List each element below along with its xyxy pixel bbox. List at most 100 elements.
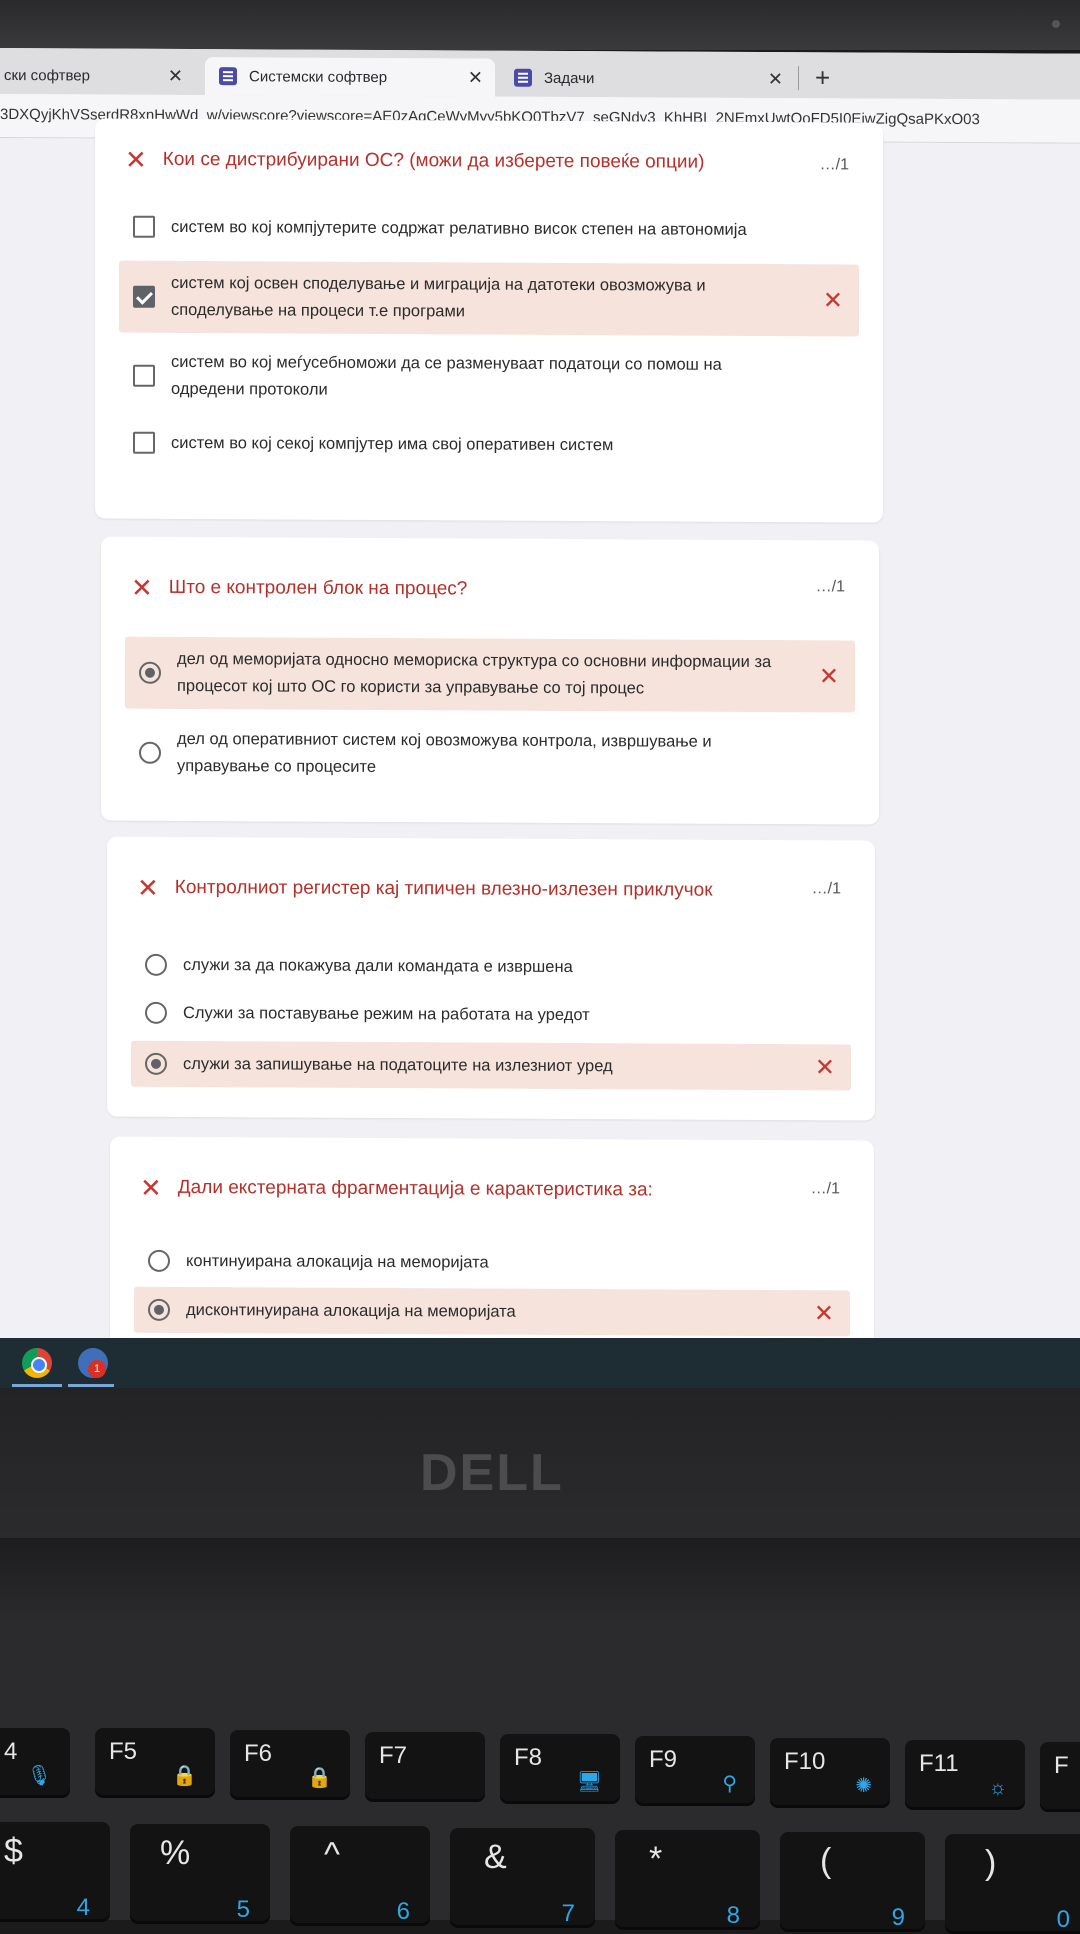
key-label: F9 — [649, 1746, 678, 1773]
question-2-header: ✕ Што е контролен блок на процес? — [131, 573, 851, 605]
key-label: F5 — [109, 1738, 138, 1765]
notification-badge: 1 — [88, 1360, 106, 1378]
key-8[interactable]: * 8 — [615, 1830, 760, 1930]
key-symbol: & — [484, 1838, 507, 1876]
question-4-score: …/1 — [810, 1180, 840, 1198]
key-f9[interactable]: F9 ⚲ — [635, 1736, 755, 1806]
key-label: F6 — [244, 1740, 273, 1767]
key-f5[interactable]: F5 🔒 — [95, 1728, 215, 1798]
question-4-header: ✕ Дали екстерната фрагментација е каракт… — [140, 1172, 860, 1205]
form-results-page: ✕ Кои се дистрибуирани ОС? (можи да избе… — [0, 118, 1080, 1344]
q3-option-2-label: Служи за поставување режим на работата н… — [183, 1003, 590, 1024]
key-label: 4 — [4, 1738, 18, 1765]
lock-icon: 🔒 — [307, 1767, 332, 1789]
running-indicator — [68, 1384, 114, 1387]
key-f7[interactable]: F7 — [365, 1732, 485, 1802]
incorrect-icon: ✕ — [125, 144, 147, 175]
question-3-header: ✕ Контролниот регистер кај типичен влезн… — [137, 873, 857, 905]
chrome-icon[interactable] — [22, 1348, 52, 1378]
key-number: 6 — [396, 1898, 410, 1925]
key-5[interactable]: % 5 — [130, 1824, 270, 1924]
key-6[interactable]: ^ 6 — [290, 1826, 430, 1926]
q4-option-1-label: континуирана алокација на меморијата — [186, 1251, 489, 1272]
tab-2[interactable]: Системски софтвер ✕ — [205, 57, 495, 97]
key-label: F8 — [514, 1744, 543, 1771]
checkbox-unchecked[interactable] — [133, 431, 155, 454]
tab-2-close-icon[interactable]: ✕ — [468, 67, 483, 88]
tab-bar: ски софтвер ✕ Системски софтвер ✕ Задачи… — [0, 48, 1080, 100]
key-number: 4 — [76, 1894, 90, 1921]
incorrect-icon: ✕ — [140, 1172, 162, 1203]
question-card-3: ✕ Контролниот регистер кај типичен влезн… — [107, 836, 875, 1121]
search-icon: ⚲ — [722, 1773, 737, 1795]
tab-3[interactable]: Задачи ✕ — [500, 59, 795, 99]
q3-option-1[interactable]: служи за да покажува дали командата е из… — [131, 945, 851, 989]
wrong-answer-icon: ✕ — [813, 1299, 834, 1327]
question-card-2: ✕ Што е контролен блок на процес? …/1 де… — [101, 536, 879, 825]
key-label: F7 — [379, 1742, 408, 1769]
key-number: 9 — [891, 1904, 905, 1931]
screen: ски софтвер ✕ Системски софтвер ✕ Задачи… — [0, 48, 1080, 1344]
key-7[interactable]: & 7 — [450, 1828, 595, 1928]
key-symbol: ( — [820, 1842, 832, 1880]
top-bezel — [0, 0, 1080, 50]
keyboard-deck: 4 🎙 F5 🔒 F6 🔒 F7 F8 🖥 F9 ⚲ F10 ✺ F11 ☼ F… — [0, 1618, 1080, 1934]
radio-selected[interactable] — [145, 1052, 167, 1075]
q2-option-1[interactable]: дел од меморијата односно мемориска стру… — [125, 636, 855, 713]
question-3-title: Контролниот регистер кај типичен влезно-… — [174, 876, 713, 901]
bottom-bezel: DELL — [0, 1388, 1080, 1538]
wrong-answer-icon: ✕ — [822, 286, 843, 314]
key-symbol: ^ — [324, 1836, 340, 1874]
q2-option-2[interactable]: дел од оперативниот систем кој овозможув… — [125, 717, 855, 793]
q4-option-2[interactable]: дисконтинуирана алокација на меморијата … — [134, 1286, 850, 1337]
key-f6[interactable]: F6 🔒 — [230, 1730, 350, 1800]
key-label: F11 — [919, 1750, 959, 1777]
q3-option-1-label: служи за да покажува дали командата е из… — [183, 955, 573, 976]
question-2-score: …/1 — [815, 578, 845, 596]
q1-option-2[interactable]: систем кој освен споделување и миграција… — [119, 260, 859, 337]
checkbox-checked[interactable] — [133, 285, 155, 308]
radio-unselected[interactable] — [139, 741, 161, 764]
question-card-4: ✕ Дали екстерната фрагментација е каракт… — [110, 1136, 874, 1344]
question-2-title: Што е контролен блок на процес? — [168, 576, 468, 600]
q3-option-2[interactable]: Служи за поставување режим на работата н… — [131, 993, 851, 1037]
key-number: 7 — [561, 1900, 575, 1927]
tab-1-close-icon[interactable]: ✕ — [168, 66, 183, 87]
q1-option-4-label: систем во кој секој компјутер има свој о… — [171, 433, 614, 454]
display-icon: 🖥 — [576, 1771, 602, 1793]
key-9[interactable]: ( 9 — [780, 1832, 925, 1932]
key-label: F — [1054, 1752, 1069, 1779]
key-f4[interactable]: 4 🎙 — [0, 1728, 70, 1798]
lock-icon: 🔒 — [172, 1765, 197, 1787]
tab-3-label: Задачи — [544, 69, 595, 87]
q4-option-1[interactable]: континуирана алокација на меморијата — [134, 1241, 850, 1285]
q2-option-1-label: дел од меморијата односно мемориска стру… — [177, 649, 772, 698]
key-f8[interactable]: F8 🖥 — [500, 1734, 620, 1804]
q1-option-1[interactable]: систем во кој компјутерите содржат релат… — [119, 207, 859, 251]
forms-icon — [514, 68, 532, 87]
checkbox-unchecked[interactable] — [133, 364, 155, 387]
radio-unselected[interactable] — [145, 953, 167, 976]
key-0[interactable]: ) 0 — [945, 1834, 1080, 1934]
radio-unselected[interactable] — [148, 1249, 170, 1272]
key-4[interactable]: $ 4 — [0, 1822, 110, 1922]
tab-1-label: ски софтвер — [4, 66, 90, 84]
new-tab-icon[interactable]: + — [815, 62, 830, 93]
key-f12[interactable]: F — [1040, 1742, 1080, 1812]
key-f10[interactable]: F10 ✺ — [770, 1738, 890, 1808]
key-label: F10 — [784, 1748, 826, 1775]
key-f11[interactable]: F11 ☼ — [905, 1740, 1025, 1810]
q1-option-4[interactable]: систем во кој секој компјутер има свој о… — [119, 423, 859, 467]
q3-option-3[interactable]: служи за запишување на податоците на изл… — [131, 1040, 851, 1091]
radio-selected[interactable] — [139, 661, 161, 684]
tab-3-close-icon[interactable]: ✕ — [768, 69, 783, 90]
running-indicator — [12, 1384, 62, 1387]
tab-1[interactable]: ски софтвер ✕ — [0, 56, 195, 95]
q4-option-2-label: дисконтинуирана алокација на меморијата — [186, 1300, 516, 1321]
radio-selected[interactable] — [148, 1298, 170, 1321]
q1-option-3[interactable]: систем во кој меѓусебноможи да се размен… — [119, 341, 859, 415]
key-symbol: ) — [985, 1844, 997, 1882]
key-number: 0 — [1056, 1906, 1070, 1933]
checkbox-unchecked[interactable] — [133, 215, 155, 238]
radio-unselected[interactable] — [145, 1001, 167, 1024]
